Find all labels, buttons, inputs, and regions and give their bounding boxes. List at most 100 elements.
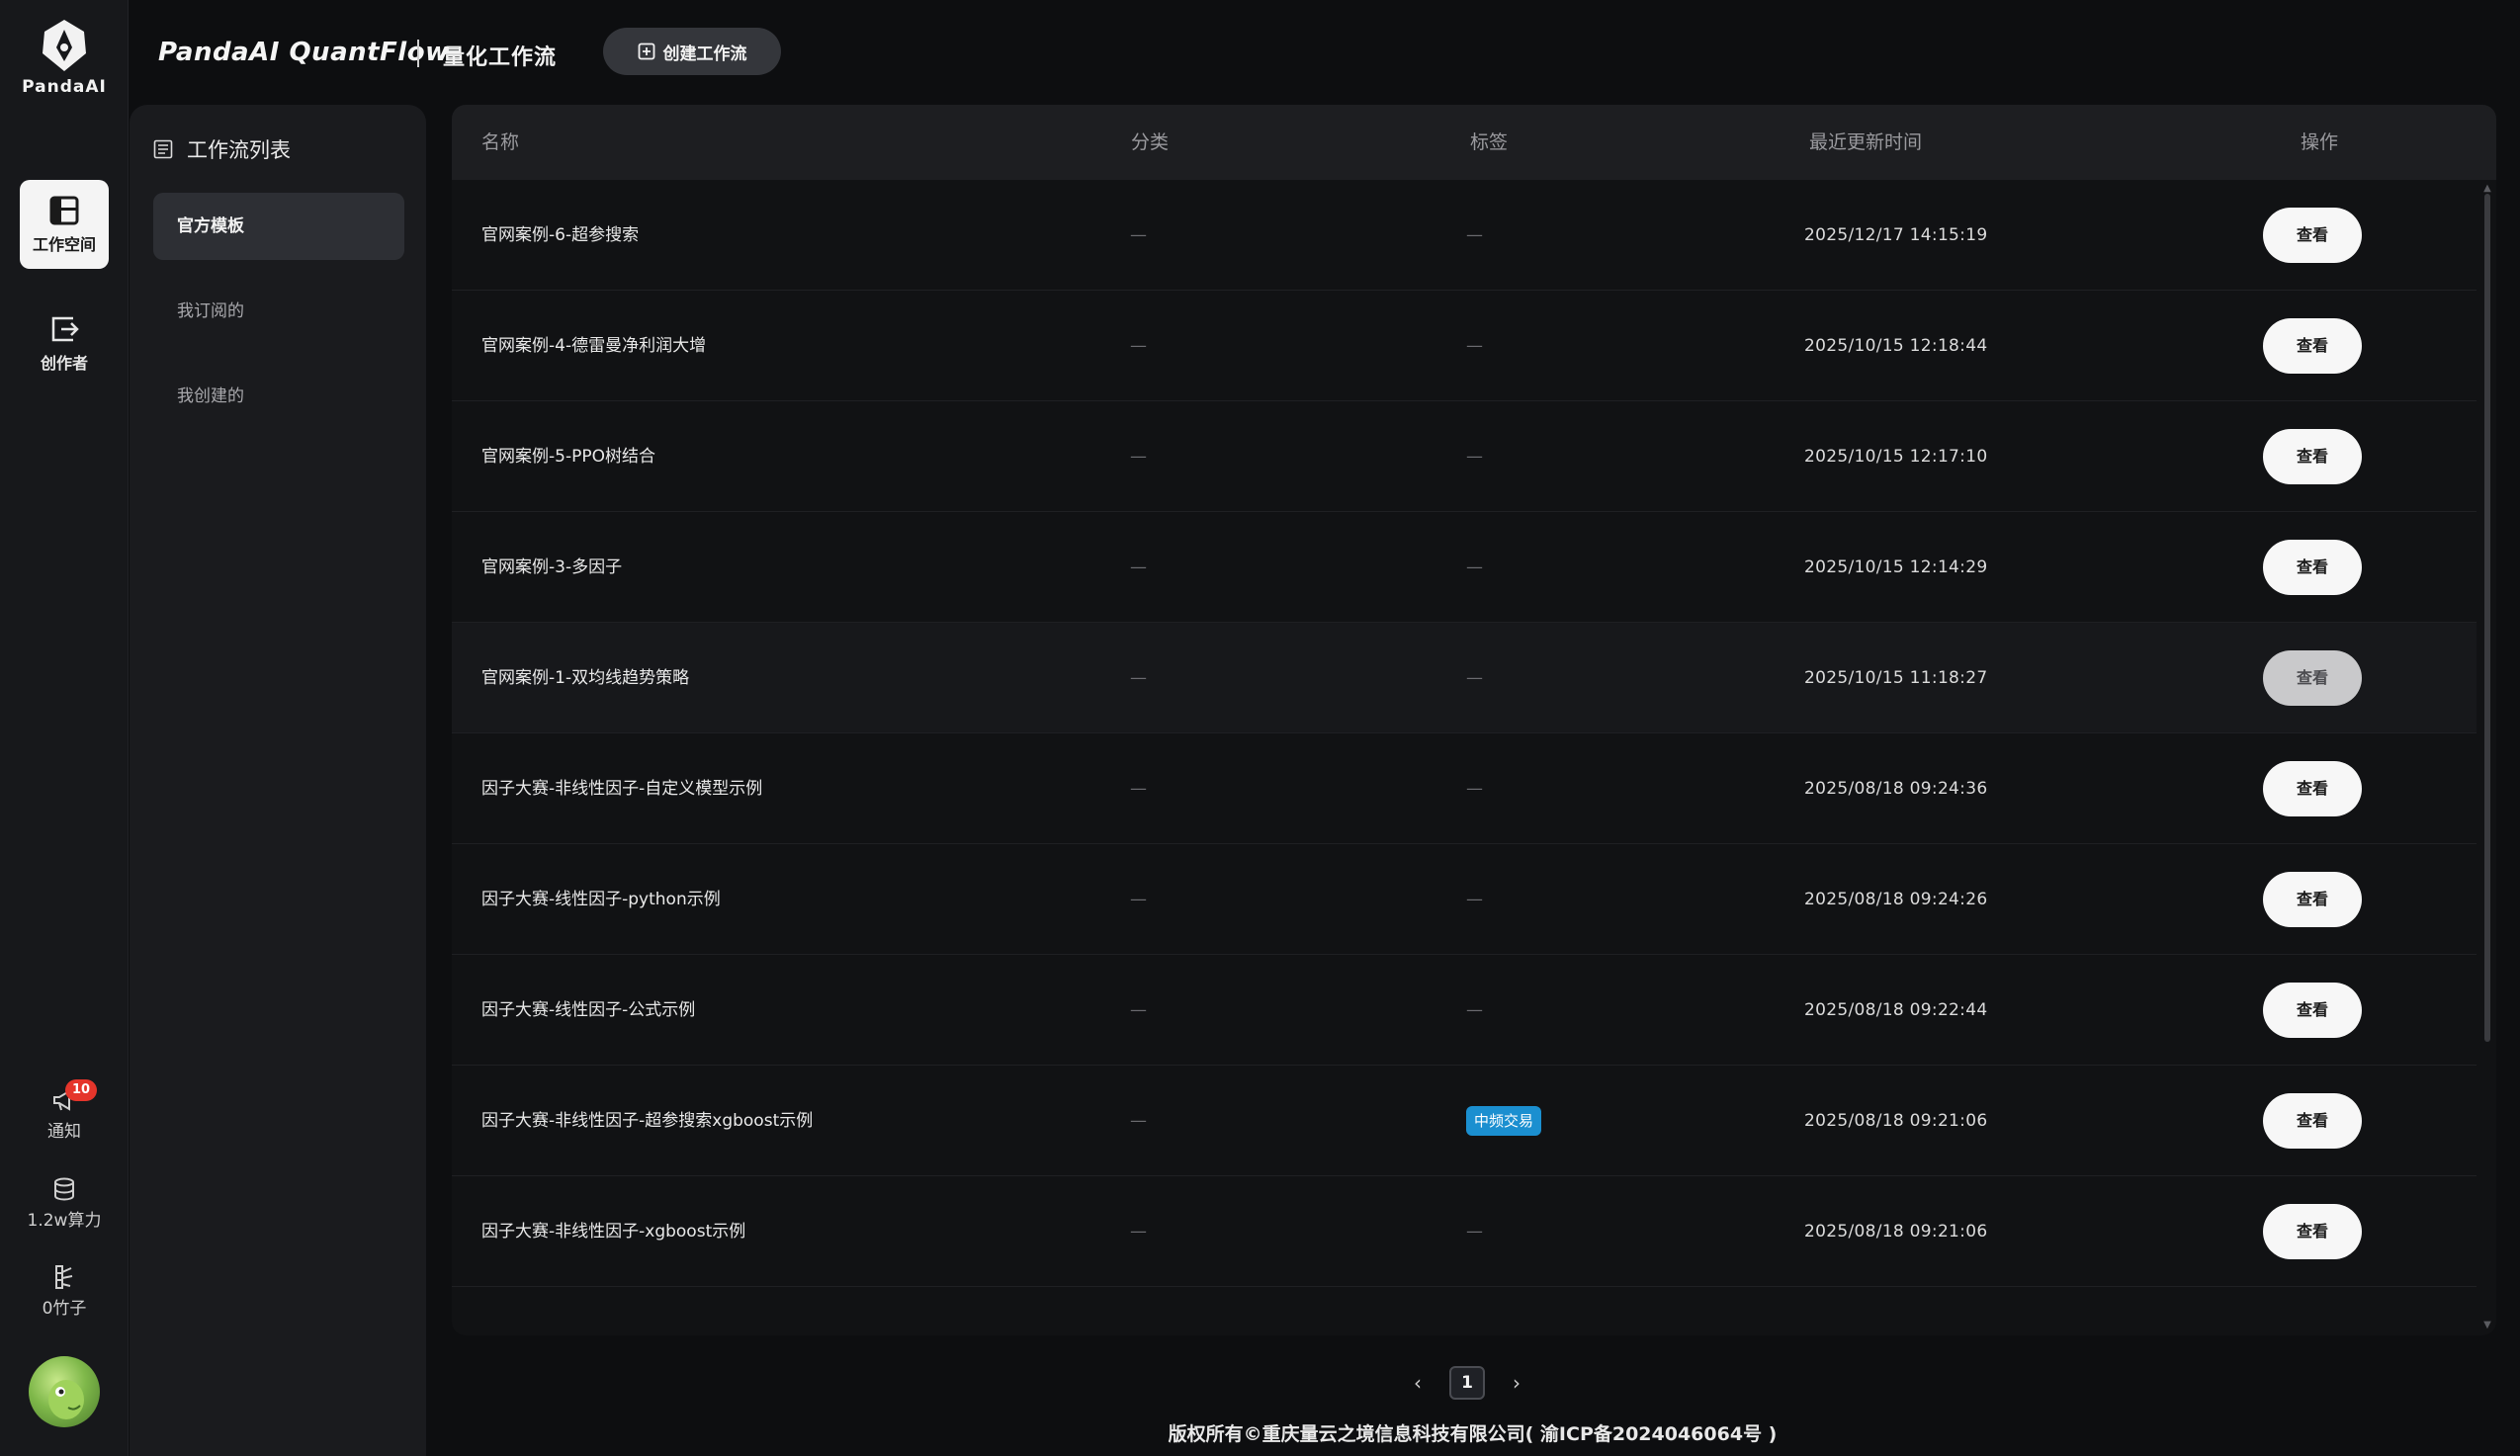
rail-compute-label: 1.2w算力 xyxy=(27,1211,102,1231)
table-row[interactable]: 官网案例-4-德雷曼净利润大增 — — 2025/10/15 12:18:44 查看 xyxy=(452,291,2477,401)
row-updated-time: 2025/10/15 12:14:29 xyxy=(1804,557,1988,577)
prev-page-icon[interactable]: ‹ xyxy=(1414,1371,1422,1395)
notify-badge: 10 xyxy=(65,1079,97,1101)
header-name: 名称 xyxy=(481,131,520,153)
header-updated: 最近更新时间 xyxy=(1809,131,1923,153)
rail-item-workspace[interactable]: 工作空间 xyxy=(20,180,109,269)
workspace-icon xyxy=(49,196,79,225)
row-name: 因子大赛-线性因子-python示例 xyxy=(481,890,721,909)
table-row[interactable]: 因子大赛-线性因子-python示例 — — 2025/08/18 09:24:26 查… xyxy=(452,844,2477,955)
row-updated-time: 2025/08/18 09:22:44 xyxy=(1804,1000,1988,1020)
rail-bamboo[interactable]: 0竹子 xyxy=(0,1264,129,1319)
creator-icon xyxy=(51,316,79,342)
list-icon xyxy=(153,139,173,159)
row-updated-time: 2025/10/15 12:17:10 xyxy=(1804,447,1988,467)
logo-text: PandaAI xyxy=(22,77,107,97)
footer-copyright: 版权所有©重庆量云之境信息科技有限公司( 渝ICP备2024046064号 ) xyxy=(1168,1423,1778,1445)
tag-empty-dash: — xyxy=(1466,557,1483,577)
view-button[interactable]: 查看 xyxy=(2263,540,2362,595)
row-updated-time: 2025/10/15 12:18:44 xyxy=(1804,336,1988,356)
row-category: — xyxy=(1130,779,1147,799)
table-scrollbar[interactable] xyxy=(2484,194,2490,1042)
pagination: ‹ 1 › xyxy=(1414,1366,1521,1400)
sidebar-item-created[interactable]: 我创建的 xyxy=(153,363,404,430)
app-title: PandaAI QuantFlow xyxy=(158,38,450,67)
row-tag: 中频交易 xyxy=(1466,1066,1542,1176)
row-category: — xyxy=(1130,336,1147,356)
create-workflow-button[interactable]: 创建工作流 xyxy=(603,28,781,75)
table-row[interactable]: 官网案例-6-超参搜索 — — 2025/12/17 14:15:19 查看 xyxy=(452,180,2477,291)
row-tag: — xyxy=(1466,733,1483,844)
logo[interactable]: PandaAI xyxy=(0,18,129,97)
row-updated-time: 2025/08/18 09:24:26 xyxy=(1804,890,1988,909)
row-name: 官网案例-3-多因子 xyxy=(481,557,623,577)
plus-square-icon xyxy=(638,43,654,60)
view-button[interactable]: 查看 xyxy=(2263,761,2362,816)
row-name: 官网案例-5-PPO树结合 xyxy=(481,447,655,467)
row-name: 官网案例-1-双均线趋势策略 xyxy=(481,668,690,688)
row-tag: — xyxy=(1466,623,1483,733)
scroll-down-icon[interactable]: ▼ xyxy=(2480,1321,2494,1330)
row-category: — xyxy=(1130,1222,1147,1242)
title-divider xyxy=(417,40,419,67)
view-button[interactable]: 查看 xyxy=(2263,650,2362,706)
tag-badge: 中频交易 xyxy=(1466,1106,1542,1136)
row-category: — xyxy=(1130,1111,1147,1131)
header-tag: 标签 xyxy=(1470,131,1509,153)
bamboo-icon xyxy=(55,1265,73,1289)
rail-notify[interactable]: 10 通知 xyxy=(0,1079,129,1142)
page-number-current[interactable]: 1 xyxy=(1449,1366,1485,1400)
table-body: 官网案例-6-超参搜索 — —2025/12/17 14:15:19 查看 官网案例-4… xyxy=(452,180,2496,1335)
table-row[interactable]: 因子大赛-线性因子-公式示例 — — 2025/08/18 09:22:44 查看 xyxy=(452,955,2477,1066)
workflow-table: 名称 分类 标签 最近更新时间 操作 官网案例-6-超参搜索 — — 2025/12/… xyxy=(452,105,2496,1335)
row-category: — xyxy=(1130,1000,1147,1020)
view-button[interactable]: 查看 xyxy=(2263,983,2362,1038)
view-button[interactable]: 查看 xyxy=(2263,208,2362,263)
row-tag: — xyxy=(1466,955,1483,1066)
row-category: — xyxy=(1130,890,1147,909)
row-category: — xyxy=(1130,557,1147,577)
view-button[interactable]: 查看 xyxy=(2263,429,2362,484)
row-tag: — xyxy=(1466,291,1483,401)
row-updated-time: 2025/12/17 14:15:19 xyxy=(1804,225,1988,245)
scroll-up-icon[interactable]: ▲ xyxy=(2480,184,2494,194)
tag-empty-dash: — xyxy=(1466,225,1483,245)
row-name: 因子大赛-非线性因子-xgboost示例 xyxy=(481,1222,746,1242)
table-row[interactable]: 官网案例-3-多因子 — — 2025/10/15 12:14:29 查看 xyxy=(452,512,2477,623)
view-button[interactable]: 查看 xyxy=(2263,1093,2362,1149)
view-button[interactable]: 查看 xyxy=(2263,1204,2362,1259)
header-action: 操作 xyxy=(2301,131,2339,153)
workflow-list-title: 工作流列表 xyxy=(187,138,291,162)
row-category: — xyxy=(1130,447,1147,467)
tag-empty-dash: — xyxy=(1466,336,1483,356)
row-updated-time: 2025/10/15 11:18:27 xyxy=(1804,668,1988,688)
row-name: 官网案例-4-德雷曼净利润大增 xyxy=(481,336,707,356)
sidebar-item-official[interactable]: 官方模板 xyxy=(153,193,404,260)
row-name: 因子大赛-非线性因子-超参搜索xgboost示例 xyxy=(481,1111,814,1131)
view-button[interactable]: 查看 xyxy=(2263,318,2362,374)
rail-item-workspace-label: 工作空间 xyxy=(32,235,96,254)
avatar[interactable] xyxy=(29,1356,100,1427)
table-row[interactable]: 因子大赛-非线性因子-自定义模型示例 — — 2025/08/18 09:24:36 查… xyxy=(452,733,2477,844)
tag-empty-dash: — xyxy=(1466,1000,1483,1020)
avatar-image-icon xyxy=(48,1380,84,1419)
table-row[interactable]: 因子大赛-非线性因子-xgboost示例 — — 2025/08/18 09:21:0… xyxy=(452,1176,2477,1287)
tag-empty-dash: — xyxy=(1466,668,1483,688)
tag-empty-dash: — xyxy=(1466,779,1483,799)
table-row[interactable]: 官网案例-5-PPO树结合 — — 2025/10/15 12:17:10 查看 xyxy=(452,401,2477,512)
row-tag: — xyxy=(1466,512,1483,623)
next-page-icon[interactable]: › xyxy=(1513,1371,1521,1395)
header-category: 分类 xyxy=(1131,131,1170,153)
rail-bamboo-label: 0竹子 xyxy=(42,1299,87,1319)
rail-compute[interactable]: 1.2w算力 xyxy=(0,1176,129,1231)
page-title: 量化工作流 xyxy=(443,45,558,70)
sidebar-item-subscribed[interactable]: 我订阅的 xyxy=(153,278,404,345)
rail-notify-label: 通知 xyxy=(47,1122,81,1142)
row-updated-time: 2025/08/18 09:21:06 xyxy=(1804,1111,1988,1131)
left-rail: PandaAI 工作空间 创作者 10 通知 1.2w算力 0竹子 xyxy=(0,0,129,1456)
rail-item-creator[interactable]: 创作者 xyxy=(20,299,109,387)
view-button[interactable]: 查看 xyxy=(2263,872,2362,927)
table-row[interactable]: 因子大赛-非线性因子-超参搜索xgboost示例 — 中频交易 2025/08/18 … xyxy=(452,1066,2477,1176)
table-row[interactable]: 官网案例-1-双均线趋势策略 — — 2025/10/15 11:18:27 查看 xyxy=(452,623,2477,733)
create-workflow-label: 创建工作流 xyxy=(662,43,747,64)
